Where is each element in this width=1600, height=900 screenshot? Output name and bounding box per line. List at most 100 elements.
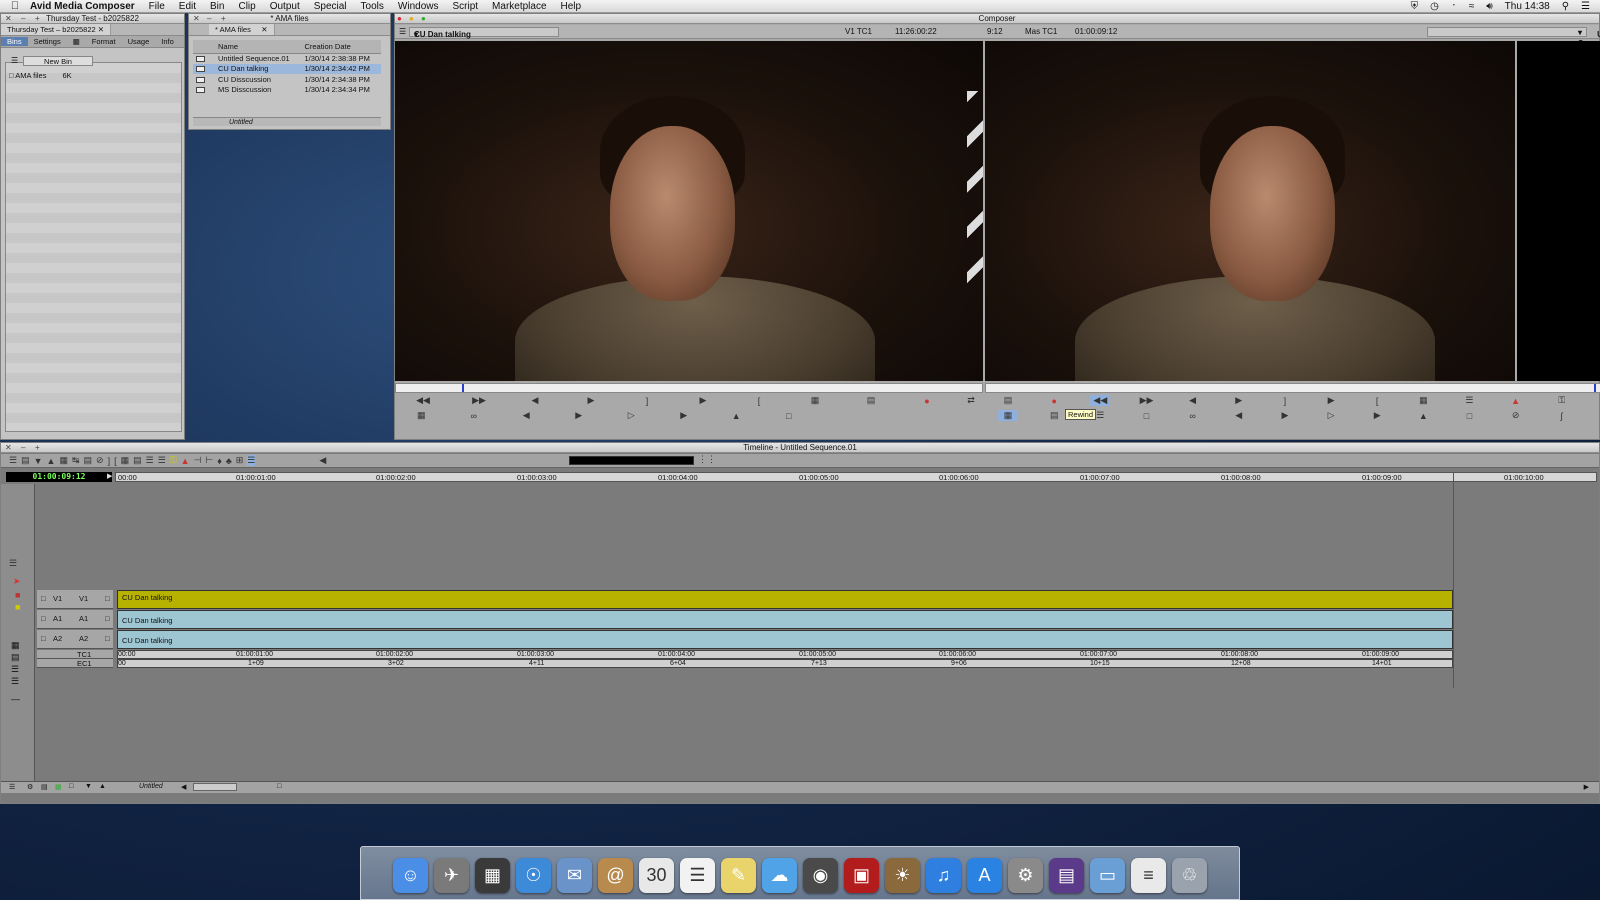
table-row[interactable]: Untitled Sequence.01 1/30/14 2:38:38 PM xyxy=(193,53,381,64)
splice-in-icon[interactable]: ▷ xyxy=(621,410,641,421)
mission-control-icon[interactable]: ▦ xyxy=(475,858,510,893)
menu-icon[interactable]: ☰ xyxy=(1459,395,1479,406)
mark-clip-icon[interactable]: ▦ xyxy=(805,395,825,406)
loop-icon[interactable]: ∞ xyxy=(1183,411,1203,421)
go-to-out-icon[interactable]: ▶ xyxy=(569,410,589,421)
system-preferences-icon[interactable]: ⚙ xyxy=(1008,858,1043,893)
tab-info[interactable]: Info xyxy=(155,37,180,46)
fast-forward-icon[interactable]: ▶▶ xyxy=(469,395,489,406)
itunes-icon[interactable]: ♫ xyxy=(926,858,961,893)
splice-in-icon[interactable]: ▷ xyxy=(1321,410,1341,421)
overwrite-icon[interactable]: ♦ xyxy=(217,456,222,466)
extract-icon[interactable]: □ xyxy=(779,411,799,421)
add-icon[interactable]: + xyxy=(35,443,40,453)
toggle-monitor-icon[interactable]: ▦ xyxy=(59,455,68,466)
apple-menu-icon[interactable]:  xyxy=(0,0,30,12)
mark-clip-icon[interactable]: ▦ xyxy=(121,455,130,466)
tab-format-icon[interactable]: ▦ xyxy=(67,37,86,46)
record-track-label[interactable]: A1 xyxy=(79,614,88,623)
fast-forward-icon[interactable]: ▶▶ xyxy=(1136,395,1156,406)
clear-marks-icon[interactable]: ▤ xyxy=(133,455,142,466)
grid-icon[interactable]: ▦ xyxy=(998,410,1019,421)
match-frame-icon[interactable]: □ xyxy=(1136,411,1156,421)
segment-mode-icon[interactable]: ↹ xyxy=(72,455,80,466)
menu-tools[interactable]: Tools xyxy=(361,1,384,12)
mark-out-icon[interactable]: ] xyxy=(108,456,111,466)
source-track-label[interactable]: A1 xyxy=(53,614,62,623)
step-back-icon[interactable]: ◀ xyxy=(1183,395,1203,406)
mark-in-icon[interactable]: [ xyxy=(1367,396,1387,406)
clear-icon[interactable]: ⊘ xyxy=(1506,410,1526,421)
menu-bin[interactable]: Bin xyxy=(210,1,224,12)
bin-tab[interactable]: * AMA files ✕ xyxy=(209,24,275,35)
track-header-v1[interactable]: □ V1 V1 □ xyxy=(37,590,113,609)
lock-icon[interactable]: □ xyxy=(41,634,46,643)
wifi-icon[interactable]: ≈ xyxy=(1469,1,1475,12)
source-clip-menu[interactable]: CU Dan talking ▾ xyxy=(409,27,559,39)
record-audio-icon[interactable]: ▲ xyxy=(181,456,190,466)
list-icon[interactable]: ☰ xyxy=(11,676,19,687)
step-up-icon[interactable]: ▲ xyxy=(47,456,56,466)
playhead[interactable] xyxy=(1453,472,1454,688)
volume-icon[interactable]: 🔊︎ xyxy=(1486,1,1492,12)
audio-icon[interactable]: ▤ xyxy=(11,652,20,663)
timeline-clip-v1[interactable]: CU Dan talking xyxy=(117,590,1453,609)
play-icon[interactable]: ▶ xyxy=(1321,395,1341,406)
new-bin-button[interactable]: New Bin xyxy=(23,56,93,66)
trash-icon[interactable]: ♲ xyxy=(1172,858,1207,893)
record-track-label[interactable]: V1 xyxy=(79,594,88,603)
bin-menu-icon[interactable]: ☰ xyxy=(11,56,18,65)
notes-icon[interactable]: ✎ xyxy=(721,858,756,893)
play-in-to-out-icon[interactable]: ▶ xyxy=(674,410,694,421)
photo-booth-icon[interactable]: ▣ xyxy=(844,858,879,893)
zoom-slider-icon[interactable]: □ xyxy=(277,783,281,790)
monitor-icon[interactable]: ▦ xyxy=(11,640,20,651)
lock-icon[interactable]: ⚿ xyxy=(1552,395,1572,406)
trim-left-icon[interactable]: ⊣ xyxy=(194,455,202,466)
menu-icon[interactable]: ☰ xyxy=(9,783,15,791)
lift-icon[interactable]: ☰ xyxy=(146,455,154,466)
close-icon[interactable]: ✕ xyxy=(5,14,12,24)
table-row[interactable]: MS Disscussion 1/30/14 2:34:34 PM xyxy=(193,85,381,96)
menu-icon[interactable]: ☰ xyxy=(9,455,17,466)
menu-marketplace[interactable]: Marketplace xyxy=(492,1,546,12)
rewind-icon[interactable]: ◀◀ xyxy=(1090,395,1111,406)
step-back-icon[interactable]: ◀ xyxy=(525,395,545,406)
calendar-icon[interactable]: 30 xyxy=(639,858,674,893)
record-track-label[interactable]: A2 xyxy=(79,634,88,643)
minimize-icon[interactable]: – xyxy=(21,14,25,24)
menu-file[interactable]: File xyxy=(149,1,165,12)
record-monitor[interactable] xyxy=(985,41,1515,381)
lock-icon[interactable]: □ xyxy=(41,594,46,603)
tc-menu-icon[interactable]: ▶ xyxy=(107,472,112,480)
menu-script[interactable]: Script xyxy=(452,1,478,12)
tab-bins[interactable]: Bins xyxy=(1,37,28,46)
step-forward-icon[interactable]: ▶ xyxy=(581,395,601,406)
record-icon[interactable]: ● xyxy=(1044,396,1064,406)
bluetooth-icon[interactable]: ᛫ xyxy=(1451,1,1457,12)
column-header-name[interactable]: Name xyxy=(215,40,302,54)
menu-windows[interactable]: Windows xyxy=(398,1,439,12)
column-header-date[interactable]: Creation Date xyxy=(301,40,381,54)
menu-edit[interactable]: Edit xyxy=(179,1,196,12)
timeline-ruler[interactable]: 00:00 01:00:01:00 01:00:02:00 01:00:03:0… xyxy=(115,472,1597,482)
position-timecode[interactable]: 01:00:09:12 xyxy=(6,472,112,482)
trim-right-icon[interactable]: ⊢ xyxy=(205,455,213,466)
mark-clip-icon[interactable]: ▦ xyxy=(1413,395,1433,406)
speaker-icon[interactable]: □ xyxy=(105,634,110,643)
table-row[interactable]: CU Disscussion 1/30/14 2:34:38 PM xyxy=(193,74,381,85)
go-to-in-icon[interactable]: ◀ xyxy=(516,410,536,421)
source-position-indicator[interactable] xyxy=(462,384,464,392)
clear-icon[interactable]: ⊘ xyxy=(96,455,104,466)
source-tc-label[interactable]: V1 TC1 xyxy=(845,27,872,36)
menu-special[interactable]: Special xyxy=(314,1,347,12)
toggle-track-icon[interactable]: ☰ xyxy=(247,455,256,466)
audio-meter-icon[interactable]: ◀ xyxy=(319,455,326,466)
speaker-icon[interactable]: □ xyxy=(105,614,110,623)
menu-help[interactable]: Help xyxy=(561,1,582,12)
extract-icon[interactable]: ☰ xyxy=(158,455,166,466)
record-sequence-menu[interactable]: Untitled Sequence.01 ▾ xyxy=(1427,27,1600,48)
bin-list[interactable] xyxy=(5,62,182,432)
list-icon[interactable]: ☰ xyxy=(11,664,19,675)
track-header-a2[interactable]: □ A2 A2 □ xyxy=(37,630,113,649)
